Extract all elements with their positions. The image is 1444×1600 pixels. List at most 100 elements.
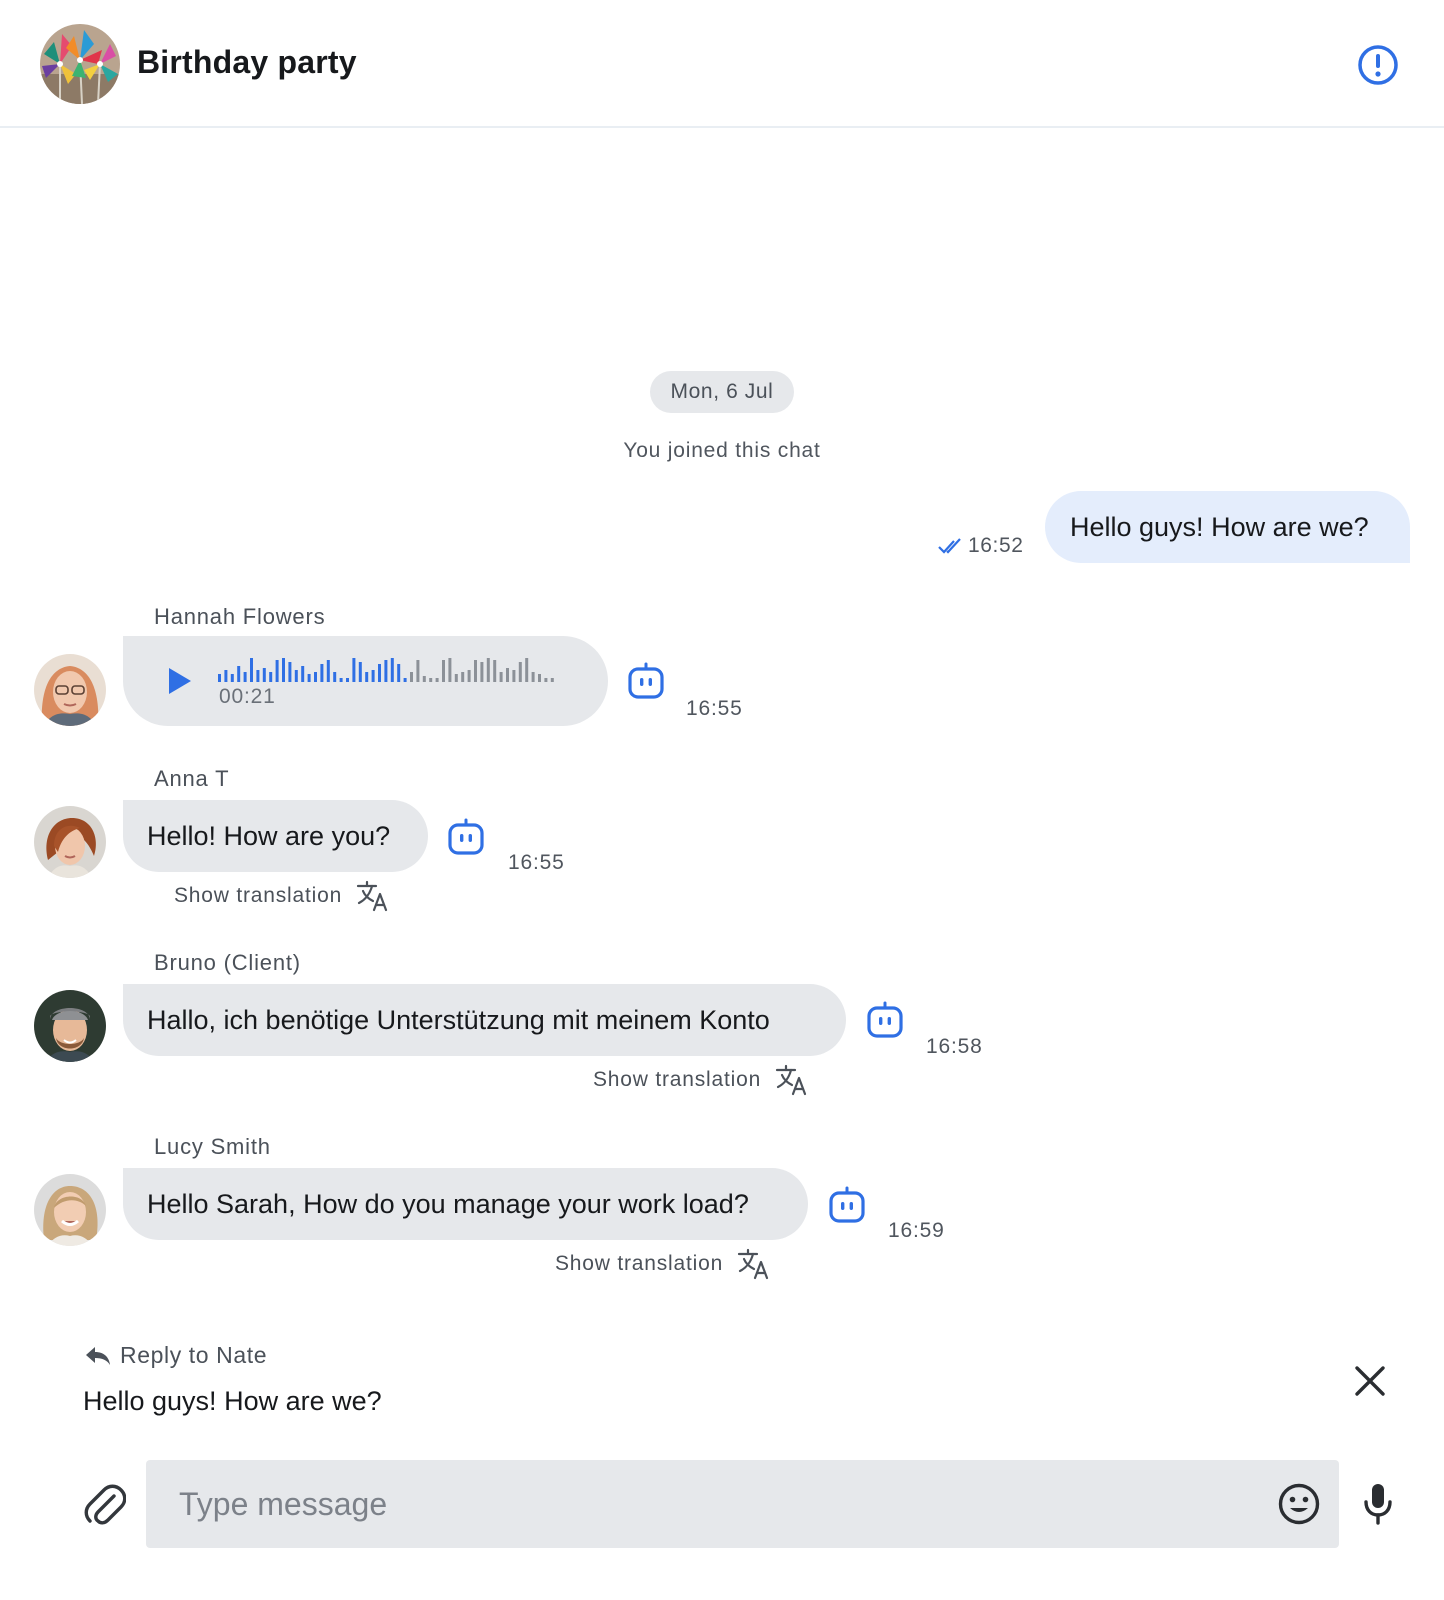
waveform-bar [256, 670, 260, 682]
bot-icon[interactable] [828, 1186, 866, 1224]
waveform-bar [250, 658, 253, 682]
microphone-icon [1364, 1484, 1392, 1525]
waveform-bar [288, 662, 292, 682]
waveform-bar [275, 660, 279, 682]
group-avatar[interactable] [40, 24, 120, 104]
waveform-bar [243, 672, 247, 682]
waveform-bar [282, 658, 285, 682]
bot-icon[interactable] [866, 1001, 904, 1039]
info-button[interactable] [1356, 43, 1400, 87]
waveform-bar [486, 658, 490, 682]
waveform-bar [333, 672, 337, 682]
translate-icon [737, 1248, 769, 1280]
outgoing-message-bubble[interactable]: Hello guys! How are we? [1045, 491, 1410, 563]
chat-header: Birthday party [0, 0, 1444, 128]
emoji-button[interactable] [1277, 1482, 1321, 1526]
waveform-bar [480, 662, 484, 682]
alert-circle-icon [1358, 45, 1398, 85]
waveform-bar [429, 678, 433, 682]
waveform-bar [269, 672, 273, 682]
waveform-bar [512, 670, 516, 682]
reply-label: Reply to Nate [120, 1342, 268, 1368]
waveform-bar [416, 660, 420, 682]
waveform-bar [422, 676, 426, 682]
waveform-bar [314, 672, 317, 682]
incoming-message-bubble[interactable]: Hello Sarah, How do you manage your work… [123, 1168, 808, 1240]
waveform-bar [397, 664, 401, 682]
voice-duration: 00:21 [219, 685, 276, 708]
show-translation-link[interactable]: Show translation [555, 1248, 771, 1280]
waveform-bar [448, 658, 452, 682]
reply-header: Reply to Nate [84, 1342, 267, 1369]
message-input[interactable] [146, 1460, 1339, 1548]
translate-icon [356, 880, 388, 912]
waveform-bar [294, 670, 298, 682]
waveform[interactable] [218, 654, 578, 684]
outgoing-meta: 16:52 [938, 534, 1024, 558]
waveform-bar [410, 672, 413, 682]
waveform-bar [371, 670, 375, 682]
waveform-bar [358, 662, 362, 682]
show-translation-label: Show translation [174, 884, 343, 907]
waveform-bar [262, 668, 266, 682]
show-translation-link[interactable]: Show translation [593, 1064, 809, 1096]
incoming-message-bubble[interactable]: Hello! How are you? [123, 800, 428, 872]
waveform-bar [499, 672, 503, 682]
message-time: 16:59 [888, 1219, 945, 1242]
waveform-bar [538, 674, 541, 682]
bot-icon[interactable] [627, 662, 665, 700]
smiley-icon [1278, 1483, 1320, 1525]
close-icon [1355, 1366, 1385, 1396]
message-time: 16:55 [686, 697, 743, 720]
message-time: 16:55 [508, 851, 565, 874]
waveform-bar [544, 678, 548, 682]
translate-icon [775, 1064, 807, 1096]
paperclip-icon [84, 1484, 127, 1525]
sender-name: Lucy Smith [154, 1134, 271, 1159]
waveform-bar [518, 662, 522, 682]
avatar[interactable] [34, 1174, 106, 1246]
waveform-bar [378, 664, 381, 682]
avatar[interactable] [34, 654, 106, 726]
waveform-bar [365, 672, 369, 682]
play-button[interactable] [165, 666, 193, 696]
voice-record-button[interactable] [1362, 1482, 1394, 1526]
sender-name: Bruno (Client) [154, 950, 301, 975]
show-translation-label: Show translation [555, 1252, 724, 1275]
waveform-bar [346, 678, 349, 682]
play-icon [169, 668, 191, 694]
reply-icon [86, 1346, 110, 1365]
sender-name: Hannah Flowers [154, 604, 326, 629]
incoming-message-bubble[interactable]: Hallo, ich benötige Unterstützung mit me… [123, 984, 846, 1056]
message-time: 16:52 [968, 534, 1024, 557]
system-note: You joined this chat [623, 439, 821, 462]
waveform-bar [307, 674, 311, 682]
sender-name: Anna T [154, 766, 230, 791]
waveform-bar [474, 660, 477, 682]
waveform-bar [550, 678, 554, 682]
waveform-bar [237, 666, 241, 682]
bot-icon[interactable] [447, 818, 485, 856]
waveform-bar [384, 660, 388, 682]
close-reply-button[interactable] [1353, 1364, 1387, 1398]
waveform-bar [301, 666, 305, 682]
waveform-bar [442, 660, 445, 682]
waveform-bar [461, 672, 465, 682]
waveform-bar [320, 664, 324, 682]
avatar[interactable] [34, 990, 106, 1062]
waveform-bar [224, 670, 228, 682]
waveform-bar [326, 660, 330, 682]
waveform-bar [390, 658, 394, 682]
show-translation-link[interactable]: Show translation [174, 880, 390, 912]
waveform-bar [525, 658, 529, 682]
waveform-bar [506, 668, 509, 682]
attach-button[interactable] [84, 1484, 127, 1528]
waveform-bar [403, 678, 407, 682]
double-check-icon [938, 538, 961, 554]
show-translation-label: Show translation [593, 1068, 762, 1091]
waveform-bar [493, 660, 497, 682]
avatar[interactable] [34, 806, 106, 878]
waveform-bar [218, 674, 221, 682]
waveform-bar [454, 674, 458, 682]
reply-quoted-text: Hello guys! How are we? [83, 1386, 382, 1416]
